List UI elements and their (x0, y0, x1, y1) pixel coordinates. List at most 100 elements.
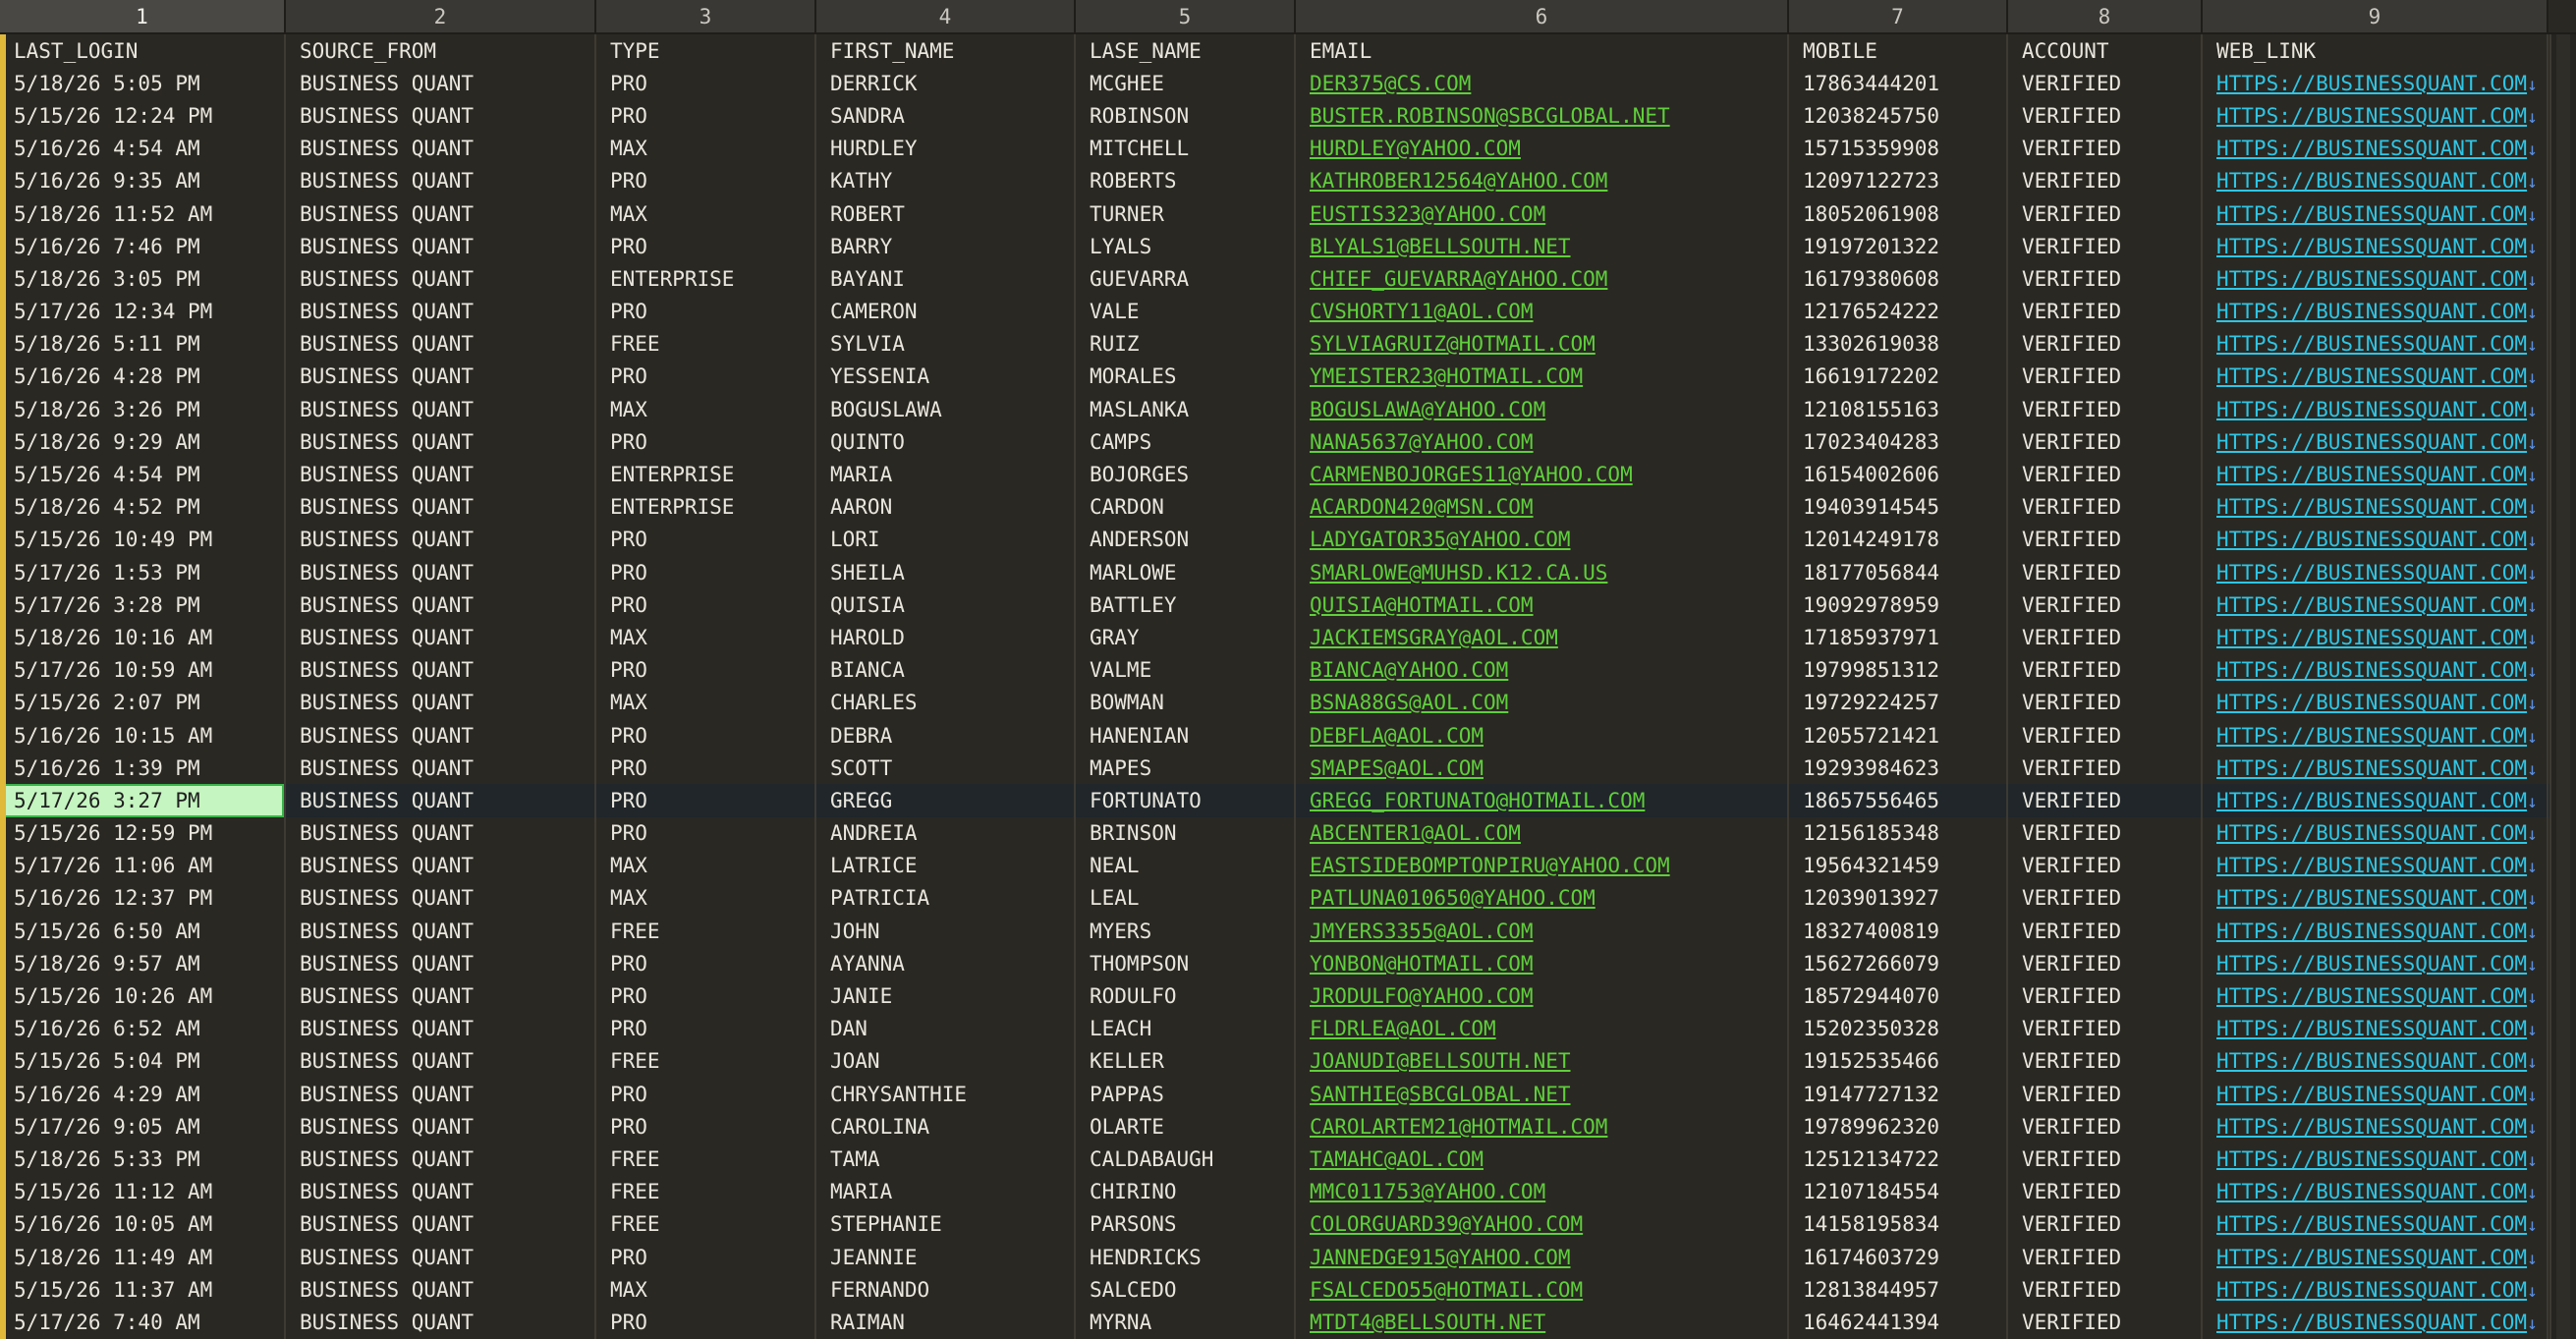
cell-mobile[interactable]: 16179380608 (1788, 262, 2008, 296)
cell-last-name[interactable]: MORALES (1075, 360, 1296, 394)
cell-first-name[interactable]: TAMA (815, 1143, 1076, 1176)
cell-last-name[interactable]: HANENIAN (1075, 718, 1296, 753)
cell-first-name[interactable]: ROBERT (815, 196, 1076, 231)
column-number-8[interactable]: 8 (2007, 0, 2203, 34)
cell-first-name[interactable]: BARRY (815, 230, 1076, 263)
cell-web-link[interactable]: HTTPS://BUSINESSQUANT.COM↓ (2202, 1273, 2548, 1307)
header-cell-email[interactable]: EMAIL (1295, 33, 1789, 68)
cell-source-from[interactable]: BUSINESS QUANT (285, 915, 596, 948)
header-cell-account[interactable]: ACCOUNT (2007, 33, 2203, 68)
cell-last-login[interactable]: 5/18/26 10:16 AM (0, 621, 286, 654)
cell-last-login[interactable]: 5/15/26 4:54 PM (0, 458, 286, 491)
email-link[interactable]: FSALCEDO55@HOTMAIL.COM (1310, 1278, 1583, 1302)
cell-web-link[interactable]: HTTPS://BUSINESSQUANT.COM↓ (2202, 1306, 2548, 1339)
email-link[interactable]: QUISIA@HOTMAIL.COM (1310, 593, 1534, 617)
cell-first-name[interactable]: CHRYSANTHIE (815, 1078, 1076, 1111)
cell-web-link[interactable]: HTTPS://BUSINESSQUANT.COM↓ (2202, 196, 2548, 231)
cell-email[interactable]: ABCENTER1@AOL.COM (1295, 816, 1789, 850)
cell-last-name[interactable]: GUEVARRA (1075, 262, 1296, 296)
cell-email[interactable]: CHIEF_GUEVARRA@YAHOO.COM (1295, 262, 1789, 296)
cell-first-name[interactable]: STEPHANIE (815, 1207, 1076, 1241)
cell-type[interactable]: PRO (595, 816, 816, 850)
cell-account[interactable]: VERIFIED (2007, 1306, 2203, 1339)
email-link[interactable]: JRODULFO@YAHOO.COM (1310, 984, 1534, 1008)
cell-last-login[interactable]: 5/18/26 5:05 PM (0, 67, 286, 100)
cell-last-name[interactable]: BATTLEY (1075, 588, 1296, 622)
cell-email[interactable]: JANNEDGE915@YAHOO.COM (1295, 1240, 1789, 1274)
cell-source-from[interactable]: BUSINESS QUANT (285, 621, 596, 654)
cell-source-from[interactable]: BUSINESS QUANT (285, 1240, 596, 1274)
cell-type[interactable]: MAX (595, 686, 816, 719)
email-link[interactable]: MMC011753@YAHOO.COM (1310, 1180, 1545, 1203)
cell-last-login[interactable]: 5/15/26 12:24 PM (0, 99, 286, 133)
cell-email[interactable]: BSNA88GS@AOL.COM (1295, 686, 1789, 719)
cell-type[interactable]: MAX (595, 132, 816, 165)
cell-source-from[interactable]: BUSINESS QUANT (285, 523, 596, 557)
cell-web-link[interactable]: HTTPS://BUSINESSQUANT.COM↓ (2202, 718, 2548, 753)
cell-last-login[interactable]: 5/17/26 9:05 AM (0, 1110, 286, 1144)
cell-last-login[interactable]: 5/16/26 12:37 PM (0, 881, 286, 916)
web-link[interactable]: HTTPS://BUSINESSQUANT.COM (2216, 463, 2527, 486)
cell-web-link[interactable]: HTTPS://BUSINESSQUANT.COM↓ (2202, 947, 2548, 980)
cell-mobile[interactable]: 19293984623 (1788, 752, 2008, 785)
cell-email[interactable]: HURDLEY@YAHOO.COM (1295, 132, 1789, 165)
cell-type[interactable]: PRO (595, 752, 816, 785)
cell-web-link[interactable]: HTTPS://BUSINESSQUANT.COM↓ (2202, 1044, 2548, 1079)
cell-web-link[interactable]: HTTPS://BUSINESSQUANT.COM↓ (2202, 523, 2548, 557)
cell-mobile[interactable]: 18052061908 (1788, 196, 2008, 231)
cell-source-from[interactable]: BUSINESS QUANT (285, 1044, 596, 1079)
cell-account[interactable]: VERIFIED (2007, 360, 2203, 394)
cell-web-link[interactable]: HTTPS://BUSINESSQUANT.COM↓ (2202, 164, 2548, 197)
cell-type[interactable]: MAX (595, 196, 816, 231)
email-link[interactable]: SANTHIE@SBCGLOBAL.NET (1310, 1083, 1571, 1106)
cell-first-name[interactable]: DERRICK (815, 67, 1076, 100)
cell-email[interactable]: LADYGATOR35@YAHOO.COM (1295, 523, 1789, 557)
cell-email[interactable]: JRODULFO@YAHOO.COM (1295, 979, 1789, 1013)
cell-source-from[interactable]: BUSINESS QUANT (285, 490, 596, 524)
cell-last-name[interactable]: GRAY (1075, 621, 1296, 654)
cell-first-name[interactable]: LATRICE (815, 849, 1076, 882)
cell-last-name[interactable]: MCGHEE (1075, 67, 1296, 100)
email-link[interactable]: BUSTER.ROBINSON@SBCGLOBAL.NET (1310, 104, 1670, 128)
cell-last-name[interactable]: THOMPSON (1075, 947, 1296, 980)
cell-last-name[interactable]: NEAL (1075, 849, 1296, 882)
web-link[interactable]: HTTPS://BUSINESSQUANT.COM (2216, 1246, 2527, 1269)
cell-type[interactable]: PRO (595, 718, 816, 753)
cell-email[interactable]: CARMENBOJORGES11@YAHOO.COM (1295, 458, 1789, 491)
cell-account[interactable]: VERIFIED (2007, 621, 2203, 654)
cell-email[interactable]: SMAPES@AOL.COM (1295, 752, 1789, 785)
cell-mobile[interactable]: 12038245750 (1788, 99, 2008, 133)
cell-last-login[interactable]: 5/18/26 4:52 PM (0, 490, 286, 524)
cell-last-name[interactable]: KELLER (1075, 1044, 1296, 1079)
cell-last-login[interactable]: 5/16/26 9:35 AM (0, 164, 286, 197)
cell-first-name[interactable]: HURDLEY (815, 132, 1076, 165)
cell-web-link[interactable]: HTTPS://BUSINESSQUANT.COM↓ (2202, 849, 2548, 882)
cell-first-name[interactable]: YESSENIA (815, 360, 1076, 394)
cell-last-name[interactable]: PAPPAS (1075, 1078, 1296, 1111)
cell-account[interactable]: VERIFIED (2007, 653, 2203, 687)
cell-type[interactable]: MAX (595, 1273, 816, 1307)
cell-mobile[interactable]: 14158195834 (1788, 1207, 2008, 1241)
email-link[interactable]: JANNEDGE915@YAHOO.COM (1310, 1246, 1571, 1269)
cell-source-from[interactable]: BUSINESS QUANT (285, 784, 596, 817)
cell-account[interactable]: VERIFIED (2007, 1240, 2203, 1274)
vertical-scrollbar[interactable] (2549, 34, 2576, 1339)
cell-first-name[interactable]: KATHY (815, 164, 1076, 197)
email-link[interactable]: FLDRLEA@AOL.COM (1310, 1017, 1496, 1040)
web-link[interactable]: HTTPS://BUSINESSQUANT.COM (2216, 561, 2527, 585)
cell-email[interactable]: BOGUSLAWA@YAHOO.COM (1295, 393, 1789, 426)
cell-source-from[interactable]: BUSINESS QUANT (285, 425, 596, 459)
web-link[interactable]: HTTPS://BUSINESSQUANT.COM (2216, 821, 2527, 845)
cell-source-from[interactable]: BUSINESS QUANT (285, 1306, 596, 1339)
cell-mobile[interactable]: 19799851312 (1788, 653, 2008, 687)
cell-first-name[interactable]: CAMERON (815, 295, 1076, 328)
cell-mobile[interactable]: 12039013927 (1788, 881, 2008, 916)
cell-mobile[interactable]: 18657556465 (1788, 784, 2008, 817)
email-link[interactable]: CVSHORTY11@AOL.COM (1310, 300, 1534, 323)
web-link[interactable]: HTTPS://BUSINESSQUANT.COM (2216, 528, 2527, 551)
cell-last-login[interactable]: 5/18/26 5:33 PM (0, 1143, 286, 1176)
cell-account[interactable]: VERIFIED (2007, 99, 2203, 133)
cell-last-name[interactable]: MARLOWE (1075, 556, 1296, 589)
cell-source-from[interactable]: BUSINESS QUANT (285, 588, 596, 622)
cell-account[interactable]: VERIFIED (2007, 588, 2203, 622)
